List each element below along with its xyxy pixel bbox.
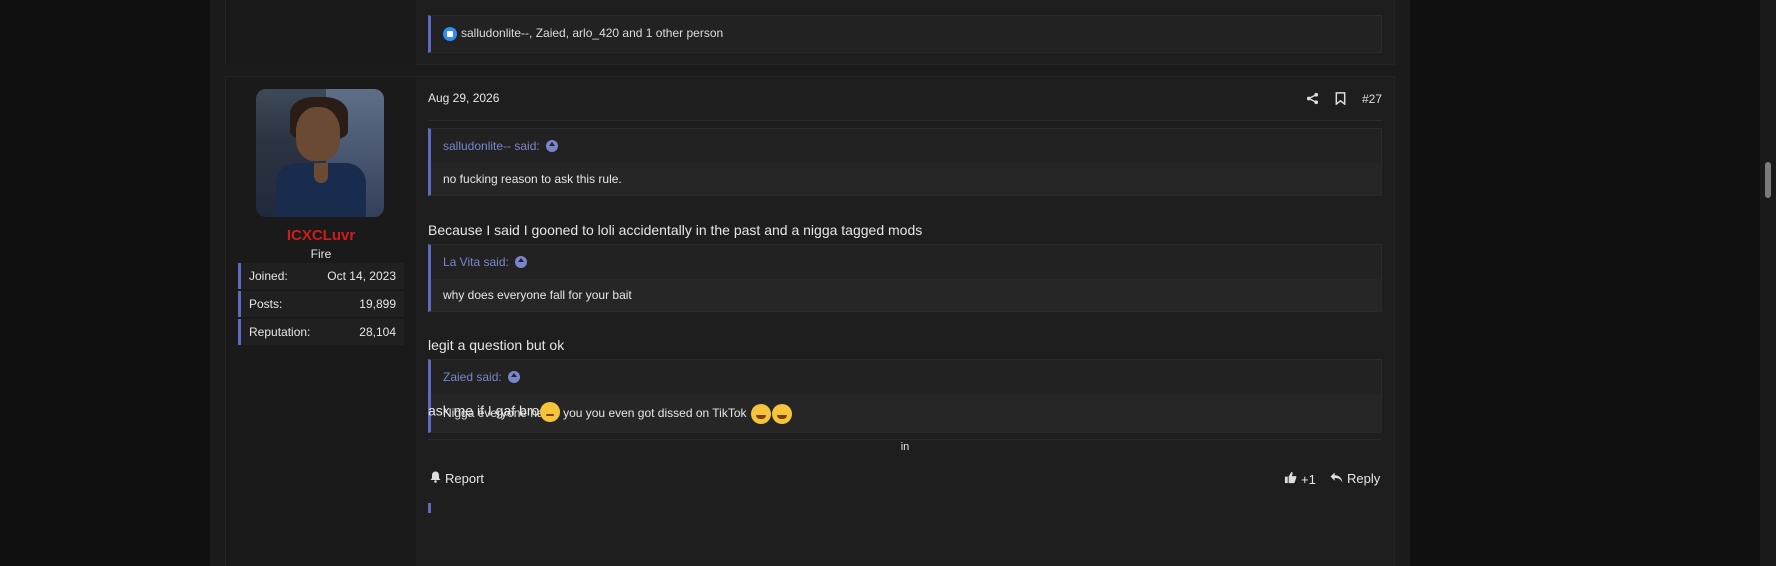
like-count: +1: [1301, 471, 1316, 487]
quote-block: La Vita said: why does everyone fall for…: [428, 244, 1382, 312]
post-actions: #27: [1306, 89, 1382, 109]
joy-emoji-icon: [771, 404, 792, 424]
reactions-list[interactable]: salludonlite--, Zaied, arlo_420 and 1 ot…: [461, 26, 723, 40]
jump-to-quote-icon[interactable]: [545, 140, 558, 152]
stat-label: Reputation:: [249, 325, 311, 339]
signature: in: [900, 441, 910, 453]
joy-emoji-icon: [750, 404, 771, 424]
thumbs-up-icon: [1284, 471, 1297, 487]
post: ICXCLuvr Fire Joined: Oct 14, 2023 Posts…: [225, 76, 1395, 566]
scrollbar-thumb[interactable]: [1765, 162, 1771, 198]
scrollbar[interactable]: [1760, 0, 1776, 566]
reply-text: Because I said I gooned to loli accident…: [428, 222, 923, 238]
reactions-bar[interactable]: salludonlite--, Zaied, arlo_420 and 1 ot…: [428, 15, 1382, 53]
post-number-link[interactable]: #27: [1362, 92, 1382, 106]
share-icon[interactable]: [1306, 92, 1320, 106]
like-button[interactable]: +1: [1284, 471, 1316, 487]
signature-divider: [428, 439, 1382, 440]
thinking-emoji-icon: [540, 402, 561, 422]
reply-line-3: ask me if I gaf bro: [428, 402, 561, 422]
jump-to-quote-icon[interactable]: [507, 371, 520, 383]
quote-text: why does everyone fall for your bait: [431, 279, 1381, 311]
stat-posts: Posts: 19,899: [238, 291, 404, 317]
stat-label: Posts:: [249, 297, 283, 311]
quote-author[interactable]: salludonlite-- said:: [443, 139, 540, 153]
stat-value: 19,899: [359, 297, 396, 311]
quote-author[interactable]: Zaied said:: [443, 370, 502, 384]
quote-text: no fucking reason to ask this rule.: [431, 163, 1381, 195]
quote-body: Nigga everyone hates you you even got di…: [431, 394, 1381, 432]
reply-label: Reply: [1347, 471, 1381, 486]
previous-post-user-column: [226, 0, 416, 65]
user-title: Fire: [310, 247, 332, 261]
report-label: Report: [445, 471, 485, 486]
report-button[interactable]: Report: [430, 471, 484, 486]
user-info-panel: ICXCLuvr Fire Joined: Oct 14, 2023 Posts…: [226, 77, 416, 566]
post-date[interactable]: Aug 29, 2026: [428, 91, 499, 105]
quote-block: Zaied said: Nigga everyone hates you you…: [428, 359, 1382, 433]
header-divider: [428, 120, 1382, 121]
stat-label: Joined:: [249, 269, 288, 283]
next-quote-edge: [428, 503, 431, 513]
quote-author[interactable]: La Vita said:: [443, 255, 509, 269]
avatar[interactable]: [256, 89, 384, 217]
stat-value: Oct 14, 2023: [327, 269, 396, 283]
quote-block: salludonlite-- said: no fucking reason t…: [428, 128, 1382, 196]
reply-icon: [1330, 471, 1343, 486]
post-content: Aug 29, 2026 #27 salludonlite-- said: no…: [428, 77, 1382, 566]
reply-text: ask me if I gaf bro: [428, 402, 540, 419]
stat-joined: Joined: Oct 14, 2023: [238, 263, 404, 289]
like-reaction-icon: [443, 27, 457, 41]
jump-to-quote-icon[interactable]: [514, 256, 527, 268]
bell-icon: [430, 471, 441, 486]
stat-value: 28,104: [359, 325, 396, 339]
post-footer: Report +1 Reply: [428, 467, 1382, 493]
username[interactable]: ICXCLuvr: [226, 227, 416, 244]
bookmark-icon[interactable]: [1334, 92, 1348, 106]
stat-reputation: Reputation: 28,104: [238, 319, 404, 345]
reply-button[interactable]: Reply: [1330, 471, 1380, 486]
reply-text: legit a question but ok: [428, 337, 565, 353]
